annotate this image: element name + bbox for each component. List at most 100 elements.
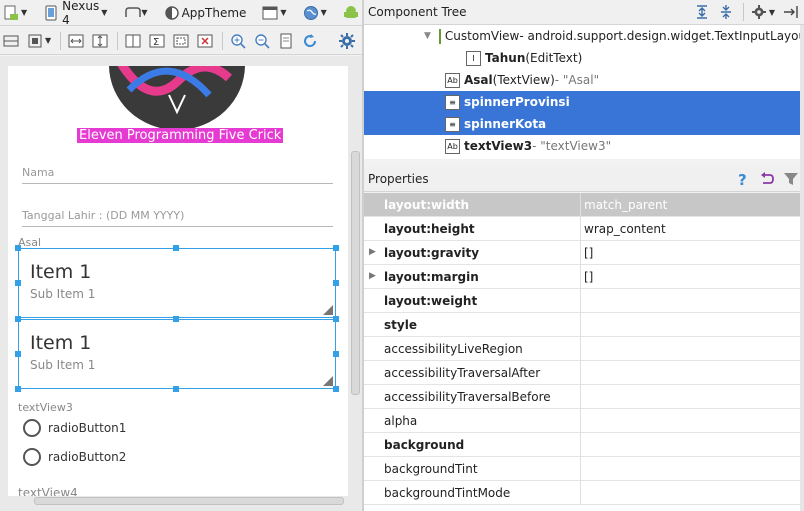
logo-title: Eleven Programming Five Crick xyxy=(77,128,284,143)
property-row-accessibility-traversal-before[interactable]: accessibilityTraversalBefore xyxy=(364,385,800,409)
component-tree: ▼ CustomView - android.support.design.wi… xyxy=(364,25,800,159)
resize-handle[interactable] xyxy=(15,245,21,251)
property-row-layout-margin[interactable]: ▶ layout:margin [] xyxy=(364,265,800,289)
property-row-style[interactable]: style xyxy=(364,313,800,337)
property-row-background-tint[interactable]: backgroundTint xyxy=(364,457,800,481)
settings-button[interactable] xyxy=(336,30,358,52)
resize-handle[interactable] xyxy=(333,351,339,357)
property-row-background-tint-mode[interactable]: backgroundTintMode xyxy=(364,481,800,505)
canvas-vertical-scrollbar[interactable] xyxy=(351,151,360,395)
right-panel-scrollbar[interactable] xyxy=(800,25,804,511)
palette-toggle-button[interactable] xyxy=(0,30,22,52)
property-key: background xyxy=(384,438,465,452)
columns-icon xyxy=(125,33,141,49)
property-row-background[interactable]: background xyxy=(364,433,800,457)
resize-handle[interactable] xyxy=(15,351,21,357)
resize-handle[interactable] xyxy=(15,280,21,286)
resize-handle[interactable] xyxy=(333,280,339,286)
radio-button-1-label: radioButton1 xyxy=(48,421,127,435)
list-icon xyxy=(3,33,19,49)
property-row-accessibility-traversal-after[interactable]: accessibilityTraversalAfter xyxy=(364,361,800,385)
expand-horizontal-icon xyxy=(68,33,84,49)
tree-row-customview[interactable]: ▼ CustomView - android.support.design.wi… xyxy=(364,25,800,47)
tree-row-asal[interactable]: Ab Asal (TextView) - "Asal" xyxy=(364,69,800,91)
tree-row-textview3[interactable]: Ab textView3 - "textView3" xyxy=(364,135,800,157)
orientation-selector[interactable]: ▼ xyxy=(120,2,150,24)
tanggal-lahir-input[interactable]: Tanggal Lahir : (DD MM YYYY) xyxy=(22,209,333,227)
bounds-icon xyxy=(173,33,189,49)
collapse-all-button[interactable] xyxy=(715,1,737,23)
expand-arrow-icon[interactable]: ▶ xyxy=(369,271,376,281)
layout-bounds-button[interactable] xyxy=(170,30,192,52)
tree-row-tahun[interactable]: I Tahun (EditText) xyxy=(364,47,800,69)
property-key: style xyxy=(384,318,417,332)
expand-all-button[interactable] xyxy=(691,1,713,23)
property-key: accessibilityTraversalAfter xyxy=(384,366,541,380)
zoom-in-button[interactable] xyxy=(227,30,249,52)
activity-selector[interactable]: ▼ xyxy=(259,2,289,24)
textview4-label: textView4 xyxy=(18,486,78,496)
hide-panel-button[interactable] xyxy=(780,1,802,23)
tree-row-spinner-kota[interactable]: ≡ spinnerKota xyxy=(364,113,800,135)
resize-handle[interactable] xyxy=(333,245,339,251)
design-mode-button[interactable]: ▼ xyxy=(0,2,30,24)
refresh-button[interactable] xyxy=(299,30,321,52)
resize-handle[interactable] xyxy=(173,245,179,251)
zoom-mode-button[interactable]: ▼ xyxy=(24,30,54,52)
delete-bounds-button[interactable] xyxy=(194,30,216,52)
resize-handle[interactable] xyxy=(15,316,21,322)
tanggal-hint: Tanggal Lahir : (DD MM YYYY) xyxy=(22,209,185,222)
theme-selector[interactable]: AppTheme xyxy=(161,2,250,24)
sum-button[interactable]: Σ xyxy=(146,30,168,52)
property-value[interactable]: [] xyxy=(584,246,593,260)
resize-handle[interactable] xyxy=(173,316,179,322)
zoom-actual-button[interactable] xyxy=(275,30,297,52)
device-selector[interactable]: Nexus 4 ▼ xyxy=(40,0,110,27)
property-row-layout-width[interactable]: layout:width match_parent xyxy=(364,193,800,217)
undo-icon xyxy=(759,171,775,187)
tree-row-spinner-provinsi[interactable]: ≡ spinnerProvinsi xyxy=(364,91,800,113)
help-button[interactable]: ? xyxy=(732,168,754,190)
property-key: backgroundTint xyxy=(384,462,478,476)
sigma-icon: Σ xyxy=(149,33,165,49)
locale-selector[interactable]: ▼ xyxy=(300,2,330,24)
property-value[interactable]: match_parent xyxy=(584,198,667,212)
radio-button-2[interactable]: radioButton2 xyxy=(23,448,126,466)
property-row-accessibility-live-region[interactable]: accessibilityLiveRegion xyxy=(364,337,800,361)
grid-icon xyxy=(27,33,43,49)
expand-arrow-icon[interactable]: ▶ xyxy=(369,247,376,257)
svg-text:?: ? xyxy=(738,171,747,187)
edittext-icon: I xyxy=(466,50,481,66)
phone-icon xyxy=(43,5,59,21)
property-key: accessibilityLiveRegion xyxy=(384,342,523,356)
property-row-alpha[interactable]: alpha xyxy=(364,409,800,433)
spinner-provinsi[interactable]: Item 1 Sub Item 1 xyxy=(18,248,336,318)
property-row-layout-height[interactable]: layout:height wrap_content xyxy=(364,217,800,241)
align-button[interactable] xyxy=(122,30,144,52)
resize-handle[interactable] xyxy=(333,316,339,322)
fill-width-button[interactable] xyxy=(65,30,87,52)
spinner-kota[interactable]: Item 1 Sub Item 1 xyxy=(18,319,336,389)
resize-handle[interactable] xyxy=(15,386,21,392)
zoom-in-icon xyxy=(230,33,246,49)
property-key: layout:gravity xyxy=(384,246,480,260)
resize-handle[interactable] xyxy=(333,386,339,392)
restore-default-button[interactable] xyxy=(756,168,778,190)
spinner-item-text: Item 1 xyxy=(30,261,92,283)
fill-height-button[interactable] xyxy=(89,30,111,52)
app-logo-image xyxy=(109,66,245,130)
property-value[interactable]: [] xyxy=(584,270,593,284)
device-label: Nexus 4 xyxy=(62,0,100,27)
filter-button[interactable] xyxy=(780,168,802,190)
tree-settings-button[interactable]: ▼ xyxy=(748,1,778,23)
nama-input[interactable]: Nama xyxy=(22,166,333,184)
property-row-layout-gravity[interactable]: ▶ layout:gravity [] xyxy=(364,241,800,265)
property-row-layout-weight[interactable]: layout:weight xyxy=(364,289,800,313)
device-screen[interactable]: Eleven Programming Five Crick Nama Tangg… xyxy=(8,66,348,496)
resize-handle[interactable] xyxy=(173,386,179,392)
radio-button-1[interactable]: radioButton1 xyxy=(23,419,126,437)
property-value[interactable]: wrap_content xyxy=(584,222,666,236)
zoom-out-button[interactable] xyxy=(251,30,273,52)
canvas-horizontal-scrollbar[interactable] xyxy=(34,497,344,505)
tree-row-asal-detail: (TextView) xyxy=(492,73,555,87)
